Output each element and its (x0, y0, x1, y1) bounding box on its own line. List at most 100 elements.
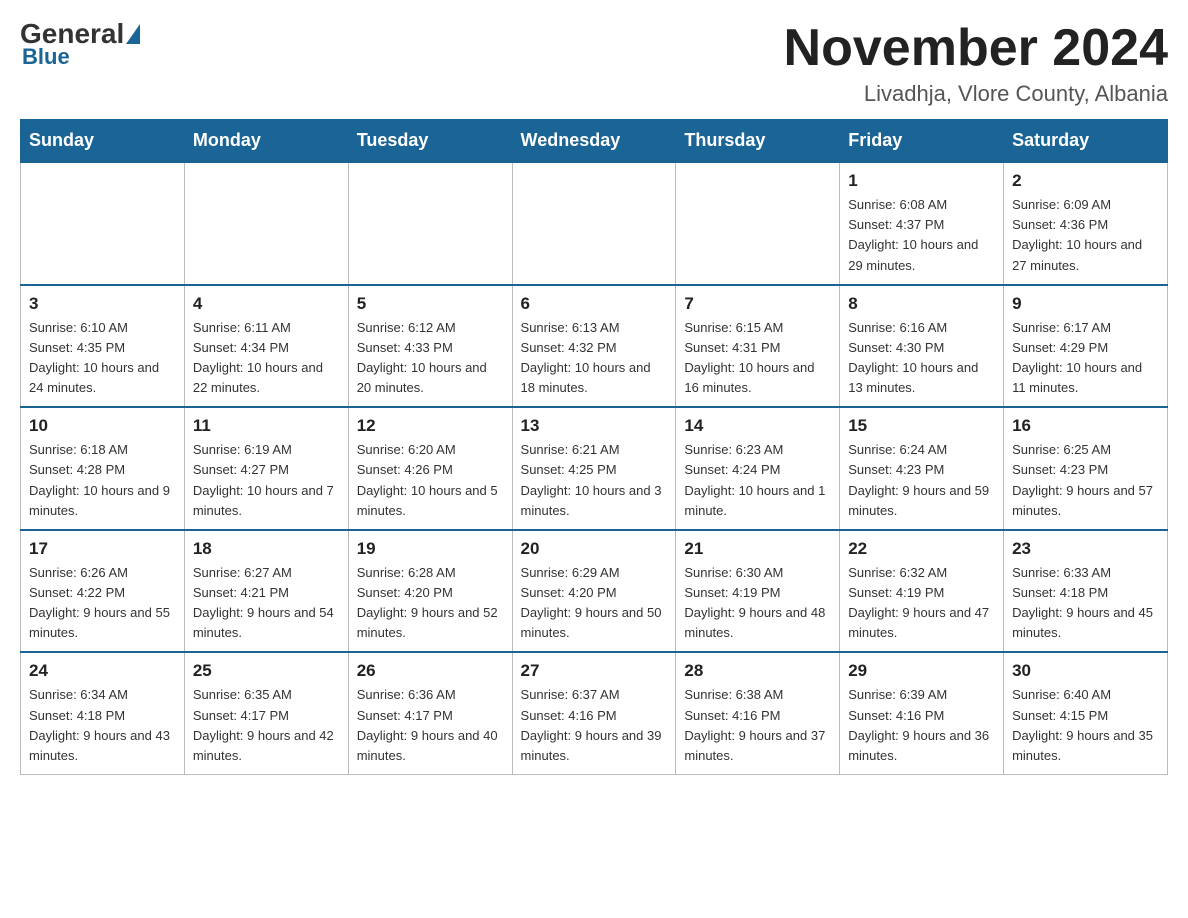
day-number: 7 (684, 294, 831, 314)
calendar-cell: 8 Sunrise: 6:16 AMSunset: 4:30 PMDaylight… (840, 285, 1004, 408)
day-info: Sunrise: 6:13 AMSunset: 4:32 PMDaylight:… (521, 318, 668, 399)
logo-triangle-icon (126, 24, 140, 44)
day-number: 4 (193, 294, 340, 314)
calendar-cell: 29 Sunrise: 6:39 AMSunset: 4:16 PMDayligh… (840, 652, 1004, 774)
day-number: 13 (521, 416, 668, 436)
day-info: Sunrise: 6:08 AMSunset: 4:37 PMDaylight:… (848, 195, 995, 276)
weekday-header-thursday: Thursday (676, 120, 840, 163)
day-info: Sunrise: 6:23 AMSunset: 4:24 PMDaylight:… (684, 440, 831, 521)
calendar-cell: 23Sunrise: 6:33 AMSunset: 4:18 PMDayligh… (1004, 530, 1168, 653)
weekday-header-saturday: Saturday (1004, 120, 1168, 163)
day-number: 26 (357, 661, 504, 681)
day-info: Sunrise: 6:21 AMSunset: 4:25 PMDaylight:… (521, 440, 668, 521)
weekday-header-tuesday: Tuesday (348, 120, 512, 163)
logo: General Blue (20, 20, 142, 70)
day-info: Sunrise: 6:12 AMSunset: 4:33 PMDaylight:… (357, 318, 504, 399)
day-info: Sunrise: 6:15 AMSunset: 4:31 PMDaylight:… (684, 318, 831, 399)
calendar-cell: 9 Sunrise: 6:17 AMSunset: 4:29 PMDaylight… (1004, 285, 1168, 408)
weekday-header-friday: Friday (840, 120, 1004, 163)
calendar-header-row: SundayMondayTuesdayWednesdayThursdayFrid… (21, 120, 1168, 163)
calendar-cell: 28 Sunrise: 6:38 AMSunset: 4:16 PMDayligh… (676, 652, 840, 774)
calendar-cell: 1 Sunrise: 6:08 AMSunset: 4:37 PMDaylight… (840, 162, 1004, 285)
day-info: Sunrise: 6:34 AMSunset: 4:18 PMDaylight:… (29, 685, 176, 766)
calendar-cell (21, 162, 185, 285)
day-info: Sunrise: 6:17 AMSunset: 4:29 PMDaylight:… (1012, 318, 1159, 399)
calendar-cell: 12Sunrise: 6:20 AMSunset: 4:26 PMDayligh… (348, 407, 512, 530)
day-number: 18 (193, 539, 340, 559)
day-info: Sunrise: 6:28 AMSunset: 4:20 PMDaylight:… (357, 563, 504, 644)
day-number: 11 (193, 416, 340, 436)
title-area: November 2024 Livadhja, Vlore County, Al… (784, 20, 1168, 107)
day-info: Sunrise: 6:10 AMSunset: 4:35 PMDaylight:… (29, 318, 176, 399)
day-number: 1 (848, 171, 995, 191)
day-info: Sunrise: 6:32 AMSunset: 4:19 PMDaylight:… (848, 563, 995, 644)
weekday-header-sunday: Sunday (21, 120, 185, 163)
calendar-table: SundayMondayTuesdayWednesdayThursdayFrid… (20, 119, 1168, 775)
calendar-cell: 10 Sunrise: 6:18 AMSunset: 4:28 PMDayligh… (21, 407, 185, 530)
calendar-cell: 19 Sunrise: 6:28 AMSunset: 4:20 PMDayligh… (348, 530, 512, 653)
day-number: 5 (357, 294, 504, 314)
day-number: 24 (29, 661, 176, 681)
day-info: Sunrise: 6:24 AMSunset: 4:23 PMDaylight:… (848, 440, 995, 521)
location-label: Livadhja, Vlore County, Albania (784, 81, 1168, 107)
day-number: 25 (193, 661, 340, 681)
weekday-header-wednesday: Wednesday (512, 120, 676, 163)
day-info: Sunrise: 6:19 AMSunset: 4:27 PMDaylight:… (193, 440, 340, 521)
day-info: Sunrise: 6:39 AMSunset: 4:16 PMDaylight:… (848, 685, 995, 766)
logo-blue-text: Blue (22, 44, 70, 70)
day-info: Sunrise: 6:30 AMSunset: 4:19 PMDaylight:… (684, 563, 831, 644)
day-number: 3 (29, 294, 176, 314)
calendar-cell: 14Sunrise: 6:23 AMSunset: 4:24 PMDayligh… (676, 407, 840, 530)
calendar-cell (512, 162, 676, 285)
calendar-cell: 13 Sunrise: 6:21 AMSunset: 4:25 PMDayligh… (512, 407, 676, 530)
day-info: Sunrise: 6:29 AMSunset: 4:20 PMDaylight:… (521, 563, 668, 644)
day-number: 2 (1012, 171, 1159, 191)
calendar-cell (184, 162, 348, 285)
day-info: Sunrise: 6:16 AMSunset: 4:30 PMDaylight:… (848, 318, 995, 399)
day-number: 6 (521, 294, 668, 314)
day-info: Sunrise: 6:33 AMSunset: 4:18 PMDaylight:… (1012, 563, 1159, 644)
month-title: November 2024 (784, 20, 1168, 77)
day-number: 10 (29, 416, 176, 436)
day-info: Sunrise: 6:38 AMSunset: 4:16 PMDaylight:… (684, 685, 831, 766)
day-info: Sunrise: 6:20 AMSunset: 4:26 PMDaylight:… (357, 440, 504, 521)
day-number: 30 (1012, 661, 1159, 681)
day-number: 9 (1012, 294, 1159, 314)
day-info: Sunrise: 6:36 AMSunset: 4:17 PMDaylight:… (357, 685, 504, 766)
page-header: General Blue November 2024 Livadhja, Vlo… (20, 20, 1168, 107)
day-info: Sunrise: 6:25 AMSunset: 4:23 PMDaylight:… (1012, 440, 1159, 521)
calendar-cell: 24 Sunrise: 6:34 AMSunset: 4:18 PMDayligh… (21, 652, 185, 774)
day-number: 19 (357, 539, 504, 559)
day-number: 29 (848, 661, 995, 681)
calendar-cell: 22 Sunrise: 6:32 AMSunset: 4:19 PMDayligh… (840, 530, 1004, 653)
calendar-cell: 15 Sunrise: 6:24 AMSunset: 4:23 PMDayligh… (840, 407, 1004, 530)
day-number: 17 (29, 539, 176, 559)
day-info: Sunrise: 6:40 AMSunset: 4:15 PMDaylight:… (1012, 685, 1159, 766)
day-info: Sunrise: 6:37 AMSunset: 4:16 PMDaylight:… (521, 685, 668, 766)
calendar-cell: 26 Sunrise: 6:36 AMSunset: 4:17 PMDayligh… (348, 652, 512, 774)
day-number: 27 (521, 661, 668, 681)
day-number: 20 (521, 539, 668, 559)
calendar-week-4: 17Sunrise: 6:26 AMSunset: 4:22 PMDayligh… (21, 530, 1168, 653)
calendar-cell: 16 Sunrise: 6:25 AMSunset: 4:23 PMDayligh… (1004, 407, 1168, 530)
calendar-week-5: 24 Sunrise: 6:34 AMSunset: 4:18 PMDayligh… (21, 652, 1168, 774)
calendar-week-2: 3 Sunrise: 6:10 AMSunset: 4:35 PMDaylight… (21, 285, 1168, 408)
calendar-cell: 11 Sunrise: 6:19 AMSunset: 4:27 PMDayligh… (184, 407, 348, 530)
calendar-cell: 5 Sunrise: 6:12 AMSunset: 4:33 PMDaylight… (348, 285, 512, 408)
calendar-cell: 30 Sunrise: 6:40 AMSunset: 4:15 PMDayligh… (1004, 652, 1168, 774)
calendar-cell: 4Sunrise: 6:11 AMSunset: 4:34 PMDaylight… (184, 285, 348, 408)
day-info: Sunrise: 6:18 AMSunset: 4:28 PMDaylight:… (29, 440, 176, 521)
calendar-cell: 7 Sunrise: 6:15 AMSunset: 4:31 PMDaylight… (676, 285, 840, 408)
day-number: 22 (848, 539, 995, 559)
calendar-week-3: 10 Sunrise: 6:18 AMSunset: 4:28 PMDayligh… (21, 407, 1168, 530)
day-number: 28 (684, 661, 831, 681)
calendar-cell: 3 Sunrise: 6:10 AMSunset: 4:35 PMDaylight… (21, 285, 185, 408)
day-number: 8 (848, 294, 995, 314)
calendar-cell: 6 Sunrise: 6:13 AMSunset: 4:32 PMDaylight… (512, 285, 676, 408)
day-number: 21 (684, 539, 831, 559)
weekday-header-monday: Monday (184, 120, 348, 163)
calendar-cell (348, 162, 512, 285)
day-number: 16 (1012, 416, 1159, 436)
calendar-cell: 2Sunrise: 6:09 AMSunset: 4:36 PMDaylight… (1004, 162, 1168, 285)
day-number: 15 (848, 416, 995, 436)
